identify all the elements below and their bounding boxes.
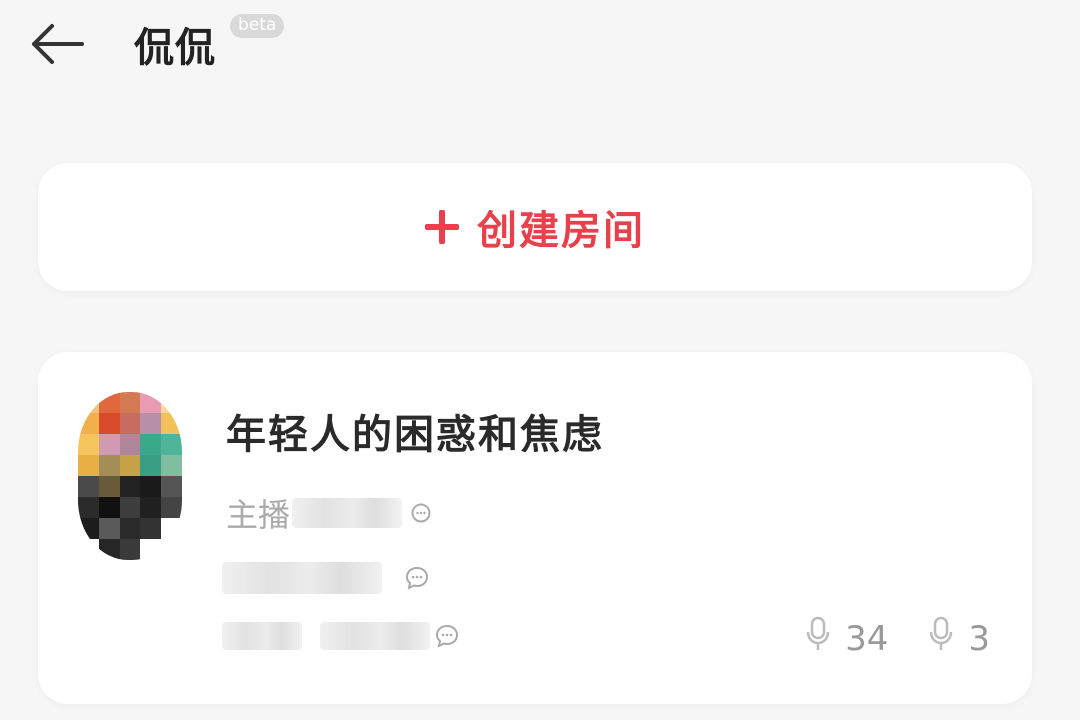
speaker-name-blurred	[222, 622, 302, 650]
host-name-blurred	[292, 498, 403, 528]
speaker-count: 34	[805, 616, 888, 661]
listener-count: 3	[928, 616, 990, 661]
speaker-count-value: 34	[845, 618, 889, 659]
arrow-left-icon	[28, 22, 84, 70]
create-room-button[interactable]: 创建房间	[38, 163, 1032, 291]
host-label: 主播	[226, 496, 291, 534]
microphone-icon	[928, 616, 954, 661]
speaker-name-blurred	[222, 562, 382, 594]
host-row: 主播	[226, 490, 434, 536]
room-stats: 34 3	[765, 616, 990, 661]
speaker-name-blurred	[320, 622, 430, 650]
page: 侃侃 beta 创建房间 年轻人的困惑和焦虑 主播 34 3	[0, 0, 1080, 720]
create-room-label: 创建房间	[477, 208, 645, 254]
speaker-row	[222, 622, 460, 650]
room-title: 年轻人的困惑和焦虑	[226, 412, 604, 458]
chat-bubble-icon	[434, 623, 460, 649]
back-button[interactable]	[24, 18, 88, 74]
beta-badge: beta	[230, 14, 285, 38]
listener-count-value: 3	[968, 618, 990, 659]
microphone-icon	[805, 616, 831, 661]
chat-bubble-icon	[404, 565, 430, 591]
plus-icon	[425, 210, 459, 244]
speaker-row	[222, 562, 430, 594]
page-title: 侃侃	[134, 25, 216, 71]
avatar[interactable]	[78, 392, 182, 560]
chat-bubble-icon	[408, 500, 434, 526]
room-card[interactable]: 年轻人的困惑和焦虑 主播 34 3	[38, 352, 1032, 704]
